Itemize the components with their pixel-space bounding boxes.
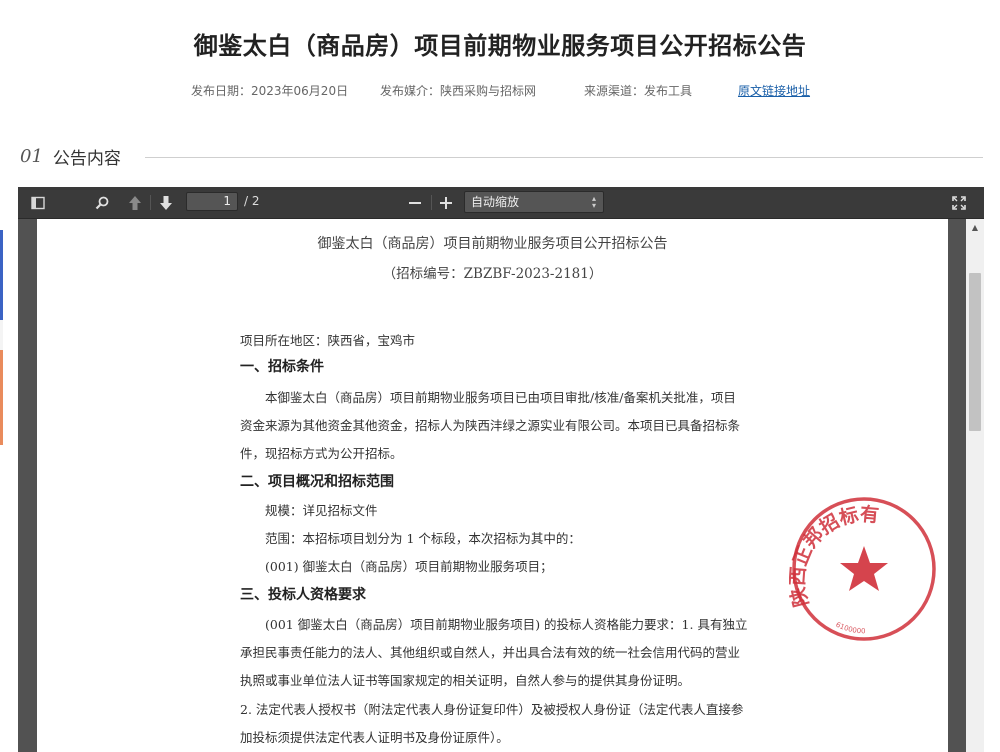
pdf-page: 御鉴太白（商品房）项目前期物业服务项目公开招标公告 （招标编号：ZBZBF-20… [37,219,948,752]
source-channel: 来源渠道：发布工具 [584,84,693,98]
zoom-out-button[interactable] [404,187,426,218]
pdf-scrollbar[interactable]: ▲ [966,219,984,752]
document-title: 御鉴太白（商品房）项目前期物业服务项目公开招标公告 [317,236,668,252]
left-edge-strip [0,230,3,445]
pdf-viewer: 1 / 2 自动缩放 ▴ ▾ 御鉴太白（商品房）项目前期物业服务项目公开招标公告… [18,187,984,752]
doc-line: 执照或事业单位法人证书等国家规定的相关证明，自然人参与的提供其身份证明。 [240,673,691,688]
doc-line: (001) 御鉴太白（商品房）项目前期物业服务项目； [265,559,553,574]
select-arrows-icon: ▴ ▾ [591,194,596,210]
section-label: 公告内容 [52,148,121,169]
sidebar-toggle-button[interactable] [26,187,50,218]
search-button[interactable] [90,187,114,218]
scroll-up-arrow-icon[interactable]: ▲ [966,219,984,235]
scroll-thumb[interactable] [969,273,981,431]
section-header: 01 公告内容 [20,143,121,169]
zoom-select-value: 自动缩放 [471,195,520,209]
doc-line: 本御鉴太白（商品房）项目前期物业服务项目已由项目审批/核准/备案机关批准，项目 [265,390,736,405]
doc-heading-2: 二、项目概况和招标范围 [240,474,394,490]
document-code: （招标编号：ZBZBF-2023-2181） [382,266,603,282]
doc-line: 件，现招标方式为公开招标。 [240,446,403,461]
doc-heading-1: 一、招标条件 [240,359,324,375]
page-total: / 2 [244,194,260,208]
pdf-toolbar: 1 / 2 自动缩放 ▴ ▾ [18,187,984,219]
fullscreen-button[interactable] [946,187,972,218]
search-icon [95,196,109,209]
seal-star-icon [840,546,888,591]
toolbar-separator [431,195,432,210]
plus-icon [440,196,452,209]
doc-location: 项目所在地区：陕西省，宝鸡市 [240,333,416,348]
fullscreen-icon [952,195,966,210]
pdf-canvas-area[interactable]: 御鉴太白（商品房）项目前期物业服务项目公开招标公告 （招标编号：ZBZBF-20… [18,219,966,752]
arrow-down-icon [160,195,172,210]
zoom-in-button[interactable] [435,187,457,218]
arrow-up-icon [129,195,141,210]
original-link[interactable]: 原文链接地址 [738,82,810,99]
doc-line: 规模：详见招标文件 [265,503,378,518]
company-seal: 陕西正邦招标有 6100000 [789,497,936,641]
publish-date: 发布日期：2023年06月20日 [191,84,349,98]
doc-line: 资金来源为其他资金其他资金，招标人为陕西沣绿之源实业有限公司。本项目已具备招标条 [240,418,741,433]
doc-line: 加投标须提供法定代表人证明书及身份证原件）。 [240,730,509,745]
doc-line: (001 御鉴太白（商品房）项目前期物业服务项目) 的投标人资格能力要求：1. … [265,617,748,632]
publish-media: 发布媒介：陕西采购与招标网 [380,84,537,98]
page-number-input[interactable]: 1 [186,192,238,211]
page-title: 御鉴太白（商品房）项目前期物业服务项目公开招标公告 [193,32,807,60]
section-divider [145,157,983,158]
sidebar-toggle-icon [31,196,45,209]
section-number: 01 [20,145,43,167]
doc-line: 承担民事责任能力的法人、其他组织或自然人，并出具合法有效的统一社会信用代码的营业 [240,645,741,660]
previous-page-button[interactable] [124,187,146,218]
minus-icon [409,201,421,204]
next-page-button[interactable] [155,187,177,218]
zoom-select[interactable]: 自动缩放 ▴ ▾ [464,191,604,213]
toolbar-separator [150,195,151,210]
doc-line: 范围：本招标项目划分为 1 个标段，本次招标为其中的： [265,531,581,546]
doc-heading-3: 三、投标人资格要求 [240,587,366,603]
doc-line: 2. 法定代表人授权书（附法定代表人身份证复印件）及被授权人身份证（法定代表人直… [240,702,744,717]
